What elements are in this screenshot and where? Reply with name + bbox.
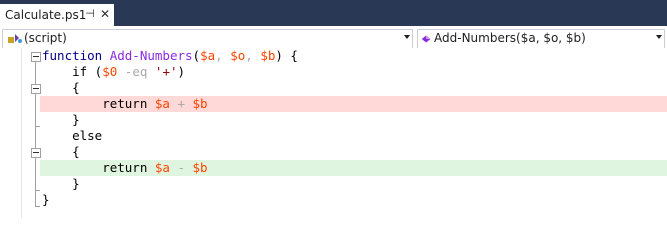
code-line[interactable]: else: [0, 128, 667, 144]
chevron-down-icon: [656, 35, 662, 39]
function-member-icon: [421, 35, 431, 43]
code-token: ) {: [275, 48, 298, 63]
code-token: }: [42, 176, 80, 191]
code-token: $a: [154, 160, 170, 175]
code-line-text: return $a - $b: [42, 160, 208, 176]
code-line[interactable]: }: [0, 176, 667, 192]
code-token: $b: [260, 48, 276, 63]
scope-dropdown-label: (script): [24, 31, 67, 45]
code-token: +: [169, 96, 193, 111]
code-token: function: [42, 48, 110, 63]
tab-calculate-ps1[interactable]: Calculate.ps1 ⊣ ✕: [0, 4, 114, 28]
code-token: '+': [154, 64, 178, 79]
code-token: if (: [42, 64, 103, 79]
code-token: }: [42, 112, 80, 127]
code-token: $a: [200, 48, 216, 63]
code-token: {: [42, 80, 80, 95]
code-token: $0: [102, 64, 118, 79]
code-line-text: else: [42, 128, 102, 144]
code-token: {: [42, 144, 80, 159]
code-line-text: return $a + $b: [42, 96, 208, 112]
member-dropdown-label: Add-Numbers($a, $o, $b): [434, 31, 586, 45]
code-line[interactable]: }: [0, 192, 667, 208]
code-editor[interactable]: function Add-Numbers($a, $o, $b) { if ($…: [0, 48, 667, 218]
code-token: (: [192, 48, 201, 63]
code-line[interactable]: {: [0, 144, 667, 160]
code-line-text: {: [42, 144, 80, 160]
code-line-text: }: [42, 176, 80, 192]
code-token: -eq: [117, 64, 155, 79]
code-token: return: [42, 96, 155, 111]
code-line[interactable]: {: [0, 80, 667, 96]
tab-title: Calculate.ps1: [5, 8, 87, 22]
code-token: ,: [215, 48, 231, 63]
code-token: return: [42, 160, 155, 175]
code-token: ,: [245, 48, 261, 63]
code-token: $a: [154, 96, 170, 111]
code-line[interactable]: function Add-Numbers($a, $o, $b) {: [0, 48, 667, 64]
code-token: $b: [192, 96, 208, 111]
close-icon[interactable]: ✕: [99, 7, 111, 21]
code-token: }: [42, 192, 50, 207]
chevron-down-icon: [404, 35, 410, 39]
scope-dropdown[interactable]: (script): [2, 29, 413, 49]
code-token: $o: [230, 48, 246, 63]
code-token: Add-Numbers: [109, 48, 193, 63]
pin-icon[interactable]: ⊣: [84, 7, 96, 21]
code-line[interactable]: if ($0 -eq '+'): [0, 64, 667, 80]
code-line-text: function Add-Numbers($a, $o, $b) {: [42, 48, 298, 64]
code-line-text: {: [42, 80, 80, 96]
code-token: $b: [192, 160, 208, 175]
code-line-text: }: [42, 192, 50, 208]
member-dropdown[interactable]: Add-Numbers($a, $o, $b): [417, 29, 665, 49]
code-line[interactable]: }: [0, 112, 667, 128]
code-line-text: if ($0 -eq '+'): [42, 64, 185, 80]
document-tab-strip: Calculate.ps1 ⊣ ✕: [0, 0, 667, 28]
code-line-text: }: [42, 112, 80, 128]
script-scope-icon: [8, 34, 22, 43]
code-token: ): [177, 64, 186, 79]
code-line[interactable]: return $a - $b: [0, 160, 667, 176]
code-token: -: [169, 160, 193, 175]
code-token: else: [42, 128, 103, 143]
navigation-bar: (script) Add-Numbers($a, $o, $b): [0, 26, 667, 50]
code-line[interactable]: return $a + $b: [0, 96, 667, 112]
